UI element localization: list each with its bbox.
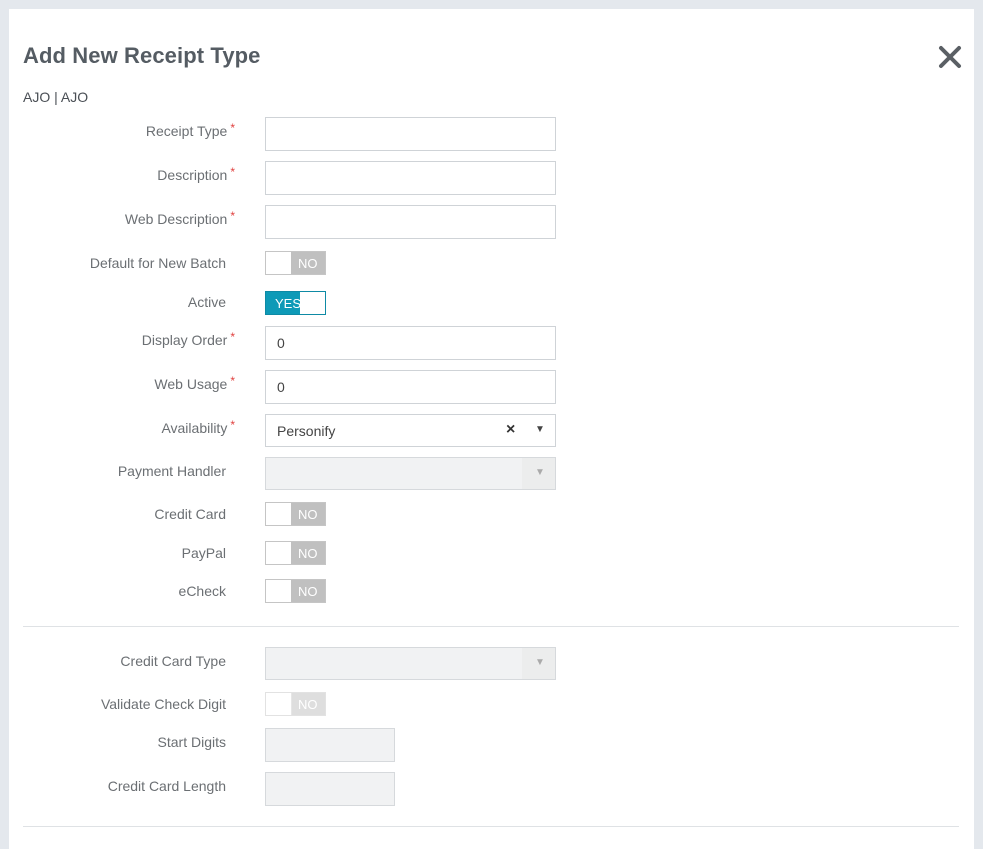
credit-card-length-label: Credit Card Length	[107, 778, 226, 794]
add-receipt-type-dialog: Add New Receipt Type AJO | AJO Receipt T…	[9, 9, 974, 849]
validate-check-digit-label: Validate Check Digit	[100, 696, 226, 712]
active-toggle[interactable]: YES	[265, 291, 326, 315]
toggle-state-text: NO	[298, 507, 318, 522]
required-marker: *	[230, 330, 235, 344]
credit-card-type-select[interactable]: ▼	[265, 647, 556, 680]
availability-selected-value: Personify	[277, 423, 336, 439]
paypal-toggle[interactable]: NO	[265, 541, 326, 565]
credit-card-toggle[interactable]: NO	[265, 502, 326, 526]
close-icon[interactable]	[936, 43, 964, 71]
echeck-toggle[interactable]: NO	[265, 579, 326, 603]
web-description-label: Web Description	[124, 211, 228, 227]
echeck-label: eCheck	[178, 583, 226, 599]
required-marker: *	[230, 121, 235, 135]
toggle-state-text: NO	[298, 546, 318, 561]
receipt-type-label: Receipt Type	[145, 123, 228, 139]
toggle-state-text: YES	[275, 296, 302, 311]
dropdown-arrow-icon[interactable]: ▼	[535, 424, 545, 435]
payment-handler-label: Payment Handler	[117, 463, 226, 479]
availability-select[interactable]: Personify × ▼	[265, 414, 556, 447]
dropdown-arrow-icon: ▼	[535, 467, 545, 478]
start-digits-label: Start Digits	[157, 734, 226, 750]
required-marker: *	[230, 374, 235, 388]
clear-selection-icon[interactable]: ×	[506, 421, 515, 439]
default-for-new-batch-label: Default for New Batch	[89, 255, 226, 271]
web-description-input[interactable]	[265, 205, 556, 239]
dialog-subtitle: AJO | AJO	[23, 89, 89, 105]
validate-check-digit-toggle[interactable]: NO	[265, 692, 326, 716]
required-marker: *	[230, 418, 235, 432]
credit-card-type-label: Credit Card Type	[120, 653, 226, 669]
section-divider	[23, 626, 959, 627]
dialog-title: Add New Receipt Type	[23, 43, 261, 68]
credit-card-length-input[interactable]	[265, 772, 395, 806]
section-divider	[23, 826, 959, 827]
payment-handler-select[interactable]: ▼	[265, 457, 556, 490]
web-usage-label: Web Usage	[154, 376, 228, 392]
description-input[interactable]	[265, 161, 556, 195]
start-digits-input[interactable]	[265, 728, 395, 762]
toggle-state-text: NO	[298, 256, 318, 271]
dropdown-arrow-icon: ▼	[535, 657, 545, 668]
toggle-state-text: NO	[298, 584, 318, 599]
required-marker: *	[230, 165, 235, 179]
web-usage-input[interactable]	[265, 370, 556, 404]
required-marker: *	[230, 209, 235, 223]
receipt-type-input[interactable]	[265, 117, 556, 151]
display-order-label: Display Order	[141, 332, 228, 348]
default-for-new-batch-toggle[interactable]: NO	[265, 251, 326, 275]
display-order-input[interactable]	[265, 326, 556, 360]
active-label: Active	[187, 294, 226, 310]
credit-card-label: Credit Card	[154, 506, 226, 522]
paypal-label: PayPal	[181, 545, 226, 561]
toggle-state-text: NO	[298, 697, 318, 712]
description-label: Description	[157, 167, 228, 183]
availability-label: Availability	[161, 420, 228, 436]
